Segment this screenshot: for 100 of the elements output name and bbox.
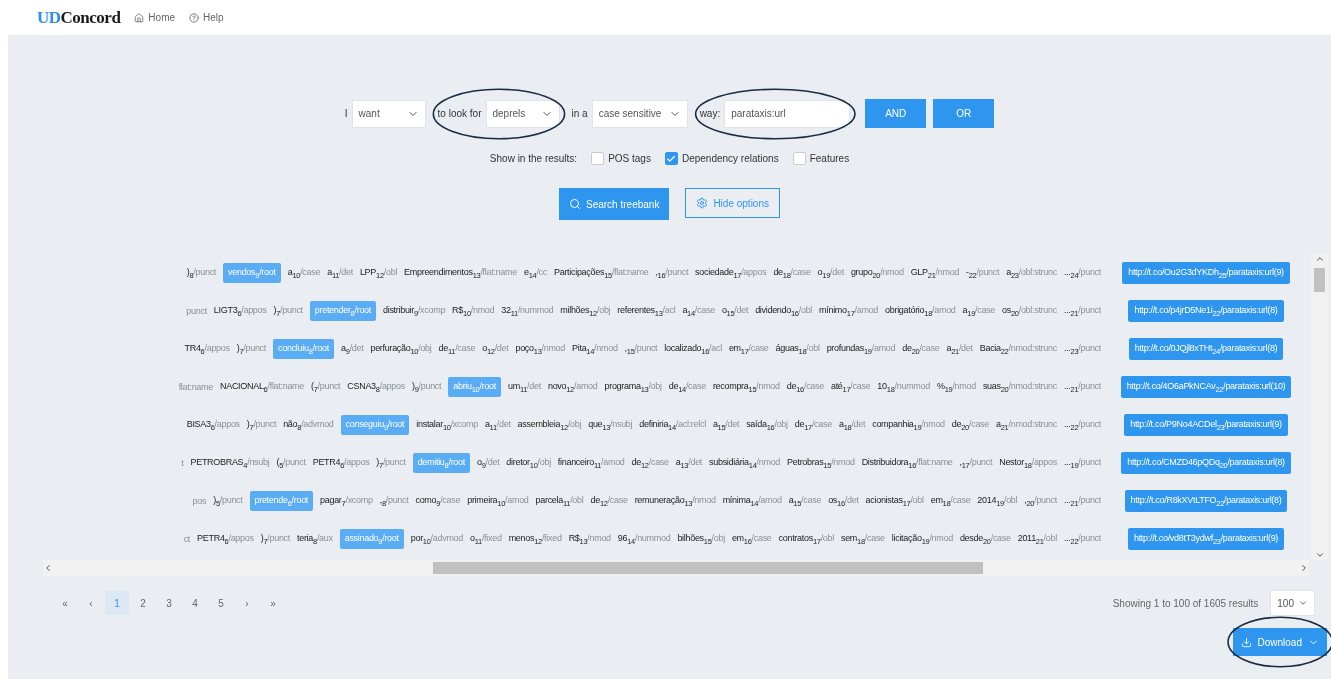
operator-button[interactable]: OR bbox=[933, 99, 995, 128]
token: TR4$_{6}$/appos bbox=[184, 342, 230, 356]
checkbox[interactable] bbox=[591, 152, 605, 165]
query-word: to look for bbox=[437, 108, 482, 119]
page-button[interactable]: 2 bbox=[131, 591, 155, 615]
horizontal-scrollbar[interactable] bbox=[43, 560, 1309, 576]
page-size-select[interactable]: 100 bbox=[1270, 590, 1315, 616]
token: ...$_{21}$/punct bbox=[1063, 494, 1101, 508]
token: ,$_{16}$/punct bbox=[655, 266, 689, 280]
token: Distribuidora$_{16}$/flat:name bbox=[861, 456, 953, 470]
logo[interactable]: UDConcord bbox=[37, 7, 121, 28]
token: águas$_{18}$/obl bbox=[775, 342, 820, 356]
scrollbar-thumb[interactable] bbox=[433, 562, 983, 574]
home-icon bbox=[134, 12, 145, 23]
url-token[interactable]: http://t.co/vd8tT3ydwf$_{23}$/parataxis:url(9) bbox=[1127, 527, 1285, 551]
query-input[interactable]: parataxis:url bbox=[724, 99, 851, 128]
look-for-select[interactable]: deprels bbox=[485, 99, 560, 128]
operator-button[interactable]: AND bbox=[865, 99, 927, 128]
checkbox[interactable] bbox=[664, 152, 678, 165]
token: )$_{8}$/punct bbox=[186, 266, 217, 280]
token: t bbox=[181, 458, 184, 468]
url-token[interactable]: http://t.co/4O6aPkNCAv$_{22}$/parataxis:url(10) bbox=[1120, 375, 1292, 399]
url-token[interactable]: http://t.co/p4jrD5Ne1i$_{22}$/parataxis:url(8) bbox=[1128, 299, 1284, 323]
page-button[interactable]: ‹ bbox=[79, 591, 103, 615]
token: GLP$_{21}$/nmod bbox=[910, 266, 960, 280]
case-select[interactable]: case sensitive bbox=[591, 99, 688, 128]
page-button[interactable]: » bbox=[261, 591, 285, 615]
token: pos bbox=[192, 496, 207, 506]
token: 96$_{14}$/nummod bbox=[617, 532, 671, 546]
page-button[interactable]: 5 bbox=[209, 591, 233, 615]
token: parcela$_{11}$/obl bbox=[535, 494, 584, 508]
url-token[interactable]: http://t.co/CMZD46pQDq$_{20}$/parataxis:url(8) bbox=[1121, 451, 1291, 475]
token: a$_{15}$/det bbox=[712, 418, 740, 432]
checkbox[interactable] bbox=[792, 152, 806, 165]
token: flat:name bbox=[178, 382, 213, 392]
highlighted-token: concluiu$_{8}$/root bbox=[273, 338, 335, 360]
token: o$_{11}$/fixed bbox=[470, 532, 502, 546]
page-button[interactable]: 4 bbox=[183, 591, 207, 615]
page-button[interactable]: 3 bbox=[157, 591, 181, 615]
token: ...$_{21}$/punct bbox=[1063, 304, 1101, 318]
token: teria$_{8}$/aux bbox=[297, 532, 333, 546]
token: punct bbox=[186, 306, 207, 316]
token: poço$_{13}$/nmod bbox=[515, 342, 566, 356]
token: novo$_{12}$/amod bbox=[547, 380, 598, 394]
highlighted-token: pretende$_{6}$/root bbox=[249, 490, 314, 512]
token: acionistas$_{17}$/obl bbox=[865, 494, 924, 508]
token: remuneração$_{13}$/nmod bbox=[634, 494, 716, 508]
highlighted-token: abriu$_{10}$/root bbox=[448, 376, 501, 398]
token: financeiro$_{11}$/amod bbox=[557, 456, 625, 470]
token: de$_{17}$/case bbox=[794, 418, 832, 432]
token: o$_{12}$/det bbox=[482, 342, 509, 356]
url-token[interactable]: http://t.co/0JQjl8xTHt$_{24}$/parataxis:url(8) bbox=[1128, 337, 1284, 361]
token: ,$_{20}$/punct bbox=[1024, 494, 1057, 508]
token: localizado$_{16}$/acl bbox=[664, 342, 722, 356]
token: o$_{9}$/det bbox=[476, 456, 500, 470]
vertical-scrollbar[interactable] bbox=[1311, 254, 1328, 560]
token: )$_{7}$/punct bbox=[246, 418, 277, 432]
token: milhões$_{12}$/obj bbox=[560, 304, 611, 318]
token: por$_{10}$/advmod bbox=[410, 532, 463, 546]
token: a$_{15}$/case bbox=[788, 494, 822, 508]
search-icon bbox=[569, 198, 581, 210]
token: desde$_{20}$/case bbox=[959, 532, 1011, 546]
want-select[interactable]: want bbox=[351, 99, 426, 128]
checkbox-label: Features bbox=[809, 153, 850, 164]
nav-link[interactable]: Home bbox=[134, 12, 176, 23]
token: a$_{9}$/det bbox=[341, 342, 364, 356]
url-token[interactable]: http://t.co/P9No4ACDel$_{23}$/parataxis:url(9) bbox=[1124, 413, 1288, 437]
token: saída$_{16}$/obj bbox=[746, 418, 788, 432]
token: definiria$_{14}$/acl:relcl bbox=[639, 418, 706, 432]
token: em$_{17}$/case bbox=[728, 342, 769, 356]
page-button[interactable]: › bbox=[235, 591, 259, 615]
token: referentes$_{13}$/acl bbox=[617, 304, 676, 318]
token: a$_{11}$/det bbox=[327, 266, 353, 280]
download-button[interactable]: Download bbox=[1232, 628, 1327, 656]
nav-link[interactable]: Help bbox=[189, 12, 224, 23]
token: ($_{5}$/punct bbox=[276, 456, 306, 470]
token: perfuração$_{10}$/obj bbox=[370, 342, 432, 356]
token: PETR4$_{6}$/appos bbox=[197, 532, 254, 546]
highlighted-token: assinado$_{9}$/root bbox=[339, 528, 404, 550]
token: licitação$_{19}$/nmod bbox=[891, 532, 953, 546]
highlighted-token: conseguiu$_{9}$/root bbox=[340, 414, 410, 436]
token: programa$_{13}$/obj bbox=[604, 380, 662, 394]
scrollbar-thumb[interactable] bbox=[1314, 268, 1325, 292]
token: um$_{11}$/det bbox=[508, 380, 541, 394]
hide-options-button[interactable]: Hide options bbox=[685, 188, 780, 218]
search-button[interactable]: Search treebank bbox=[559, 188, 670, 220]
checkbox-label: POS tags bbox=[608, 153, 651, 164]
token: recompra$_{15}$/nmod bbox=[712, 380, 780, 394]
token: R$$_{10}$/nmod bbox=[452, 304, 495, 318]
token: mínima$_{14}$/amod bbox=[722, 494, 782, 508]
token: ...$_{22}$/punct bbox=[1063, 532, 1101, 546]
token: menos$_{12}$/fixed bbox=[508, 532, 562, 546]
token: os$_{20}$/obl:strunc bbox=[1002, 304, 1057, 318]
url-token[interactable]: http://t.co/Ou2G3dYKDh$_{25}$/parataxis:url(9) bbox=[1122, 261, 1290, 285]
token: sem$_{18}$/case bbox=[840, 532, 885, 546]
page-button[interactable]: « bbox=[53, 591, 77, 615]
highlighted-token: vendos$_{9}$/root bbox=[223, 262, 281, 284]
query-word: way: bbox=[699, 108, 721, 119]
url-token[interactable]: http://t.co/R8kXVtLTFO$_{22}$/parataxis:url(8) bbox=[1124, 489, 1288, 513]
token: ...$_{19}$/punct bbox=[1063, 456, 1101, 470]
